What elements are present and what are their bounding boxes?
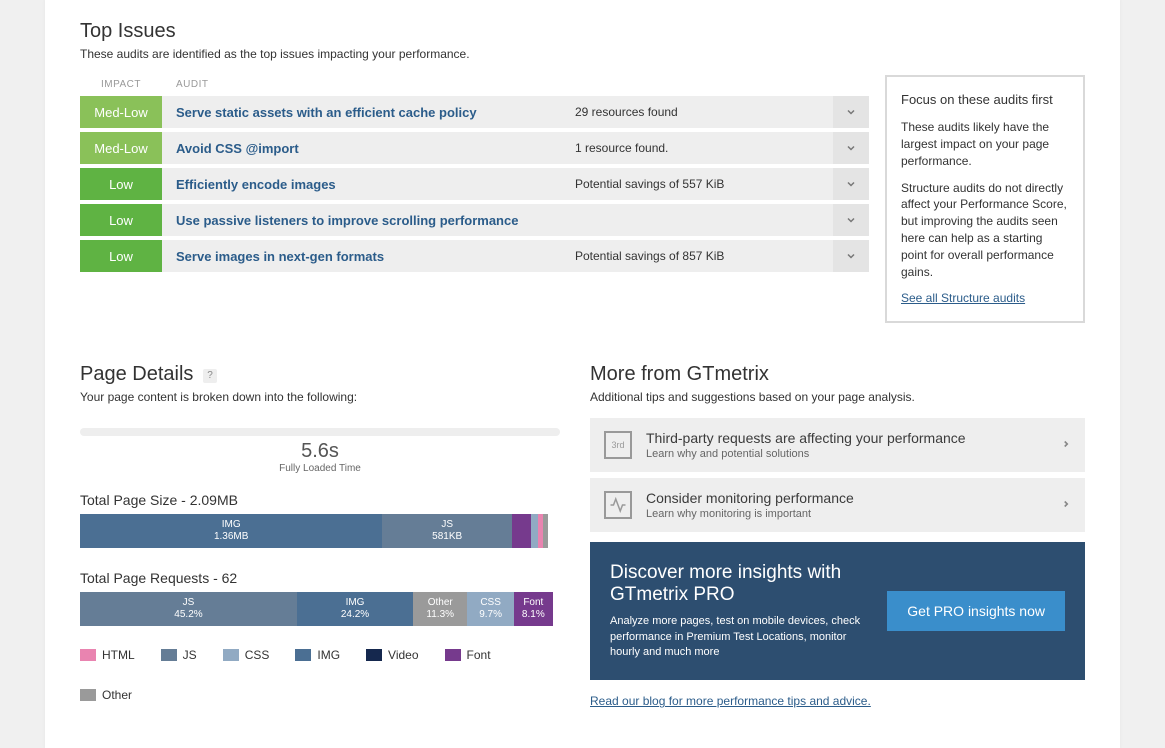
legend-label: IMG [317, 648, 340, 662]
focus-box: Focus on these audits first These audits… [885, 75, 1085, 323]
impact-badge: Med-Low [80, 96, 162, 128]
legend-swatch [445, 649, 461, 661]
audit-link[interactable]: Avoid CSS @import [162, 132, 575, 164]
audit-detail: 29 resources found [575, 96, 833, 128]
bar-segment: JS45.2% [80, 592, 297, 626]
issue-row[interactable]: Med-LowAvoid CSS @import1 resource found… [80, 132, 869, 164]
timeline-bar [80, 428, 560, 436]
issue-row[interactable]: LowServe images in next-gen formatsPoten… [80, 240, 869, 272]
legend-label: HTML [102, 648, 135, 662]
bar-segment: IMG1.36MB [80, 514, 382, 548]
audit-detail: Potential savings of 857 KiB [575, 240, 833, 272]
legend-item: IMG [295, 648, 340, 662]
bar-segment [531, 514, 538, 548]
help-icon[interactable]: ? [203, 369, 217, 383]
audit-detail: Potential savings of 557 KiB [575, 168, 833, 200]
issue-row[interactable]: LowUse passive listeners to improve scro… [80, 204, 869, 236]
fully-loaded-value: 5.6s [80, 440, 560, 463]
chevron-down-icon[interactable] [833, 240, 869, 272]
focus-p2: Structure audits do not directly affect … [901, 180, 1069, 281]
legend-item: Font [445, 648, 491, 662]
page-size-title: Total Page Size - 2.09MB [80, 492, 560, 508]
bar-segment: IMG24.2% [297, 592, 413, 626]
focus-p1: These audits likely have the largest imp… [901, 119, 1069, 169]
legend-item: CSS [223, 648, 270, 662]
top-issues-title: Top Issues [80, 20, 1085, 43]
legend-swatch [223, 649, 239, 661]
legend-item: JS [161, 648, 197, 662]
page-size-bar: IMG1.36MBJS581KB [80, 514, 560, 548]
pro-title: Discover more insights with GTmetrix PRO [610, 562, 871, 606]
page-details-subtitle: Your page content is broken down into th… [80, 390, 560, 404]
audit-detail [575, 204, 833, 236]
top-issues-subtitle: These audits are identified as the top i… [80, 47, 1085, 61]
audit-link[interactable]: Serve images in next-gen formats [162, 240, 575, 272]
legend-label: JS [183, 648, 197, 662]
more-item-sub: Learn why and potential solutions [646, 448, 1061, 460]
bar-segment [512, 514, 531, 548]
bar-segment: JS581KB [382, 514, 512, 548]
legend-swatch [80, 649, 96, 661]
chevron-right-icon [1061, 497, 1071, 514]
audit-link[interactable]: Use passive listeners to improve scrolli… [162, 204, 575, 236]
header-audit: AUDIT [162, 79, 209, 90]
bar-segment: CSS9.7% [467, 592, 514, 626]
more-subtitle: Additional tips and suggestions based on… [590, 390, 1085, 404]
page-requests-title: Total Page Requests - 62 [80, 570, 560, 586]
see-all-structure-link[interactable]: See all Structure audits [901, 291, 1025, 305]
fully-loaded-label: Fully Loaded Time [80, 463, 560, 474]
more-title: More from GTmetrix [590, 363, 1085, 386]
bar-segment [543, 514, 548, 548]
issue-row[interactable]: Med-LowServe static assets with an effic… [80, 96, 869, 128]
legend-swatch [295, 649, 311, 661]
issues-header: IMPACT AUDIT [80, 75, 869, 96]
chevron-down-icon[interactable] [833, 168, 869, 200]
page-details-title: Page Details ? [80, 363, 560, 386]
legend-swatch [161, 649, 177, 661]
chevron-right-icon [1061, 437, 1071, 454]
legend-label: Video [388, 648, 418, 662]
issue-row[interactable]: LowEfficiently encode imagesPotential sa… [80, 168, 869, 200]
legend-item: Other [80, 688, 132, 702]
legend-swatch [80, 689, 96, 701]
chevron-down-icon[interactable] [833, 132, 869, 164]
legend: HTML JS CSS IMG Video Font Other [80, 648, 560, 702]
pulse-icon [604, 491, 632, 519]
more-item-sub: Learn why monitoring is important [646, 508, 1061, 520]
legend-swatch [366, 649, 382, 661]
audit-link[interactable]: Serve static assets with an efficient ca… [162, 96, 575, 128]
legend-label: CSS [245, 648, 270, 662]
chevron-down-icon[interactable] [833, 96, 869, 128]
pro-box: Discover more insights with GTmetrix PRO… [590, 542, 1085, 680]
bar-segment: Font8.1% [514, 592, 553, 626]
get-pro-button[interactable]: Get PRO insights now [887, 591, 1065, 631]
bar-segment: Other11.3% [413, 592, 467, 626]
more-item[interactable]: Consider monitoring performance Learn why… [590, 478, 1085, 532]
legend-item: HTML [80, 648, 135, 662]
pro-text: Analyze more pages, test on mobile devic… [610, 614, 871, 660]
more-item-title: Consider monitoring performance [646, 490, 1061, 506]
blog-link[interactable]: Read our blog for more performance tips … [590, 694, 871, 708]
legend-label: Font [467, 648, 491, 662]
audit-detail: 1 resource found. [575, 132, 833, 164]
focus-title: Focus on these audits first [901, 91, 1069, 109]
impact-badge: Low [80, 168, 162, 200]
legend-item: Video [366, 648, 418, 662]
impact-badge: Med-Low [80, 132, 162, 164]
audit-link[interactable]: Efficiently encode images [162, 168, 575, 200]
more-item-title: Third-party requests are affecting your … [646, 430, 1061, 446]
third-party-icon: 3rd [604, 431, 632, 459]
more-item[interactable]: 3rd Third-party requests are affecting yo… [590, 418, 1085, 472]
chevron-down-icon[interactable] [833, 204, 869, 236]
page-requests-bar: JS45.2%IMG24.2%Other11.3%CSS9.7%Font8.1% [80, 592, 560, 626]
impact-badge: Low [80, 204, 162, 236]
header-impact: IMPACT [80, 79, 162, 90]
legend-label: Other [102, 688, 132, 702]
impact-badge: Low [80, 240, 162, 272]
